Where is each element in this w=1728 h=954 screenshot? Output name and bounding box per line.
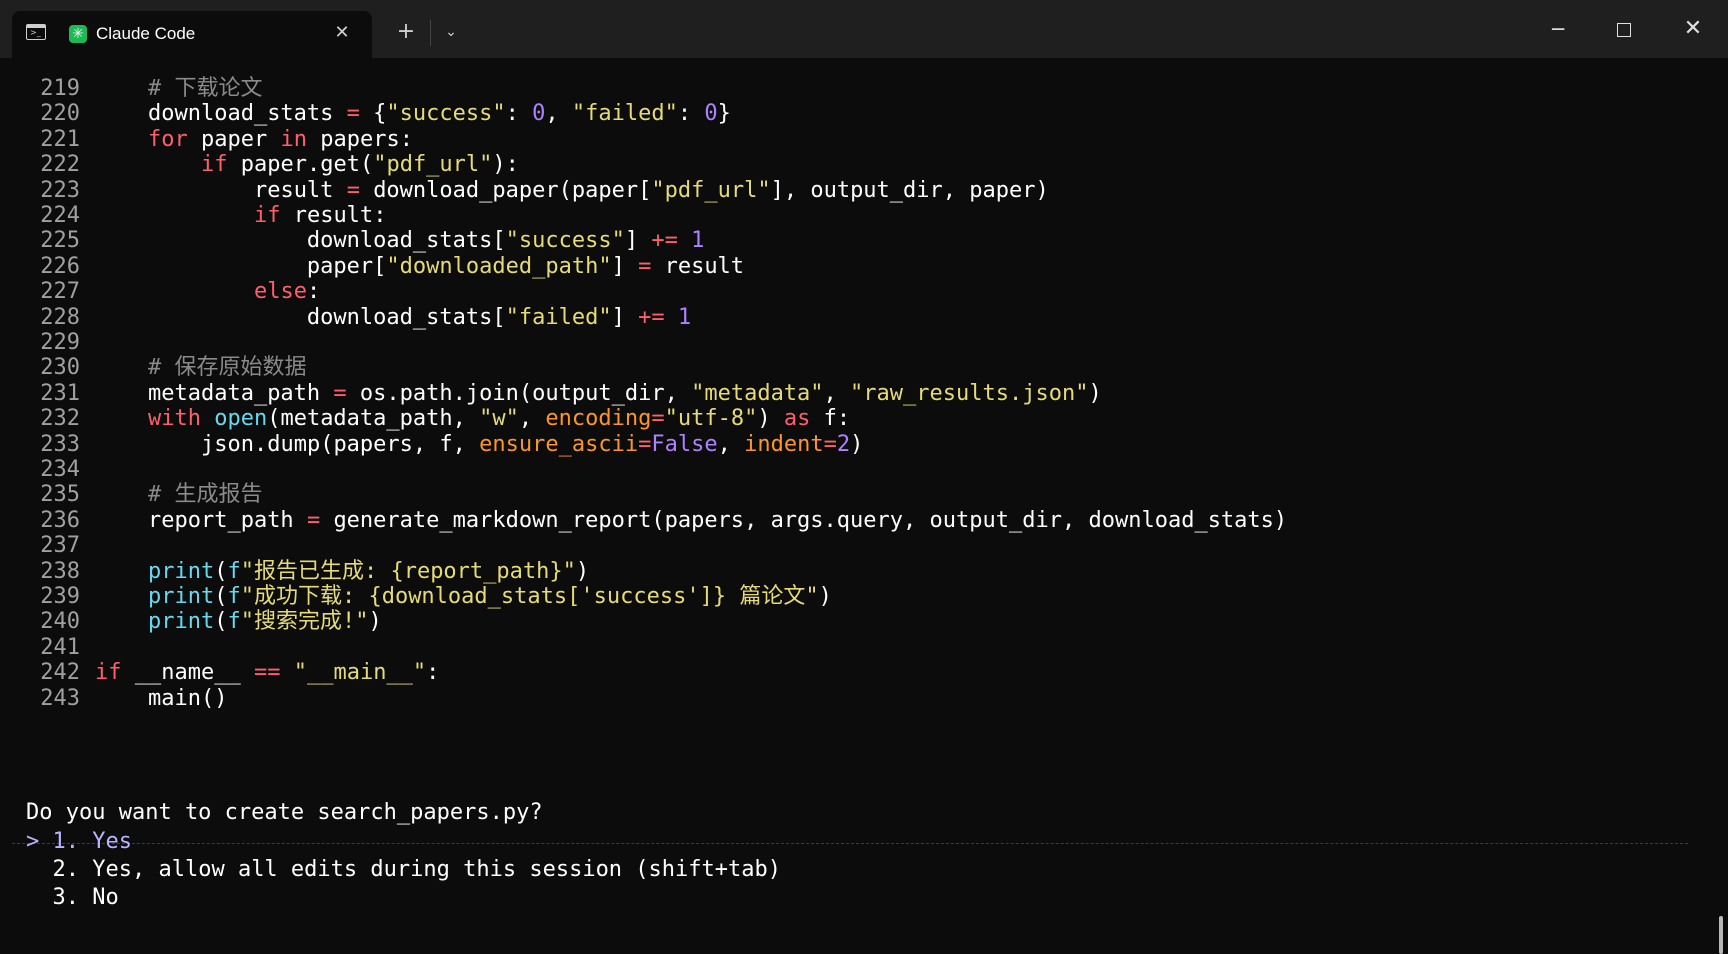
line-code: print(f"成功下载: {download_stats['success']… [147, 584, 832, 609]
option-no[interactable]: 3. No [26, 884, 119, 912]
line-number: 230 [40, 355, 80, 381]
line-number: 243 [40, 685, 80, 711]
line-code: if paper.get("pdf_url"): [200, 152, 519, 178]
line-code: metadata_path = os.path.join(output_dir,… [147, 380, 1102, 406]
option-label: No [92, 885, 119, 910]
line-number: 240 [40, 609, 80, 635]
terminal-pane[interactable]: 219 # 下载论文 220 download_stats = {"success… [0, 58, 1728, 954]
line-code: with open(metadata_path, "w", encoding="… [147, 406, 851, 432]
line-code: # 保存原始数据 [147, 355, 307, 381]
line-number: 224 [40, 203, 80, 228]
line-number: 222 [40, 152, 80, 178]
line-code: main() [147, 685, 228, 711]
line-number: 229 [40, 330, 80, 355]
line-number: 235 [40, 482, 80, 508]
scrollbar[interactable] [1719, 916, 1723, 954]
line-code: paper["downloaded_path"] = result [306, 253, 745, 279]
chevron-down-icon[interactable]: ⌄ [438, 19, 464, 45]
line-number: 234 [40, 457, 80, 482]
line-number: 225 [40, 228, 80, 254]
terminal-icon: >_ [26, 24, 46, 40]
line-code: download_stats = {"success": 0, "failed"… [147, 101, 731, 127]
line-number: 231 [40, 380, 80, 406]
line-number: 228 [40, 304, 80, 330]
line-code: # 下载论文 [147, 76, 263, 101]
minimize-icon[interactable]: ─ [1540, 14, 1576, 44]
option-number: 2. [52, 857, 80, 882]
option-yes[interactable]: > 1. Yes [26, 828, 132, 856]
line-code: json.dump(papers, f, ensure_ascii=False,… [200, 431, 864, 457]
maximize-icon[interactable] [1606, 14, 1642, 44]
line-number: 237 [40, 533, 80, 559]
close-window-icon[interactable]: ✕ [1675, 14, 1711, 44]
plus-icon[interactable]: + [393, 19, 419, 45]
line-code: report_path = generate_markdown_report(p… [147, 507, 1288, 533]
line-number: 219 [40, 76, 80, 101]
cursor-indicator: > [26, 829, 40, 854]
close-icon[interactable]: ✕ [330, 21, 354, 45]
tab-title: Claude Code [96, 24, 196, 43]
line-number: 221 [40, 126, 80, 152]
line-number: 223 [40, 177, 80, 203]
line-code: print(f"搜索完成!") [147, 609, 382, 635]
divider [12, 843, 1688, 844]
line-code: download_stats["success"] += 1 [306, 228, 705, 254]
line-code: download_stats["failed"] += 1 [306, 304, 692, 330]
line-code: if result: [253, 203, 387, 228]
line-number: 226 [40, 253, 80, 279]
line-number: 242 [40, 660, 80, 686]
tab-claude-code[interactable]: >_ ✳ Claude Code ✕ [12, 11, 372, 58]
line-code: if __name__ == "__main__": [95, 660, 440, 686]
claude-app-icon: ✳ [69, 25, 87, 43]
line-code: result = download_paper(paper["pdf_url"]… [253, 177, 1049, 203]
line-code: for paper in papers: [147, 126, 413, 152]
option-yes-allow-all[interactable]: 2. Yes, allow all edits during this sess… [26, 856, 782, 884]
line-number: 220 [40, 101, 80, 127]
option-label: Yes, allow all edits during this session… [92, 857, 781, 882]
option-number: 3. [52, 885, 80, 910]
line-number: 233 [40, 431, 80, 457]
prompt-question: Do you want to create search_papers.py? [26, 800, 543, 825]
tab-separator [430, 20, 431, 46]
line-number: 232 [40, 406, 80, 432]
line-code: else: [253, 279, 321, 305]
line-number: 241 [40, 634, 80, 660]
line-number: 236 [40, 507, 80, 533]
line-number: 239 [40, 584, 80, 609]
line-code: print(f"报告已生成: {report_path}") [147, 558, 590, 584]
option-number: 1. [52, 829, 80, 854]
line-code: # 生成报告 [147, 482, 263, 508]
line-number: 227 [40, 279, 80, 305]
title-bar: >_ ✳ Claude Code ✕ + ⌄ ─ ✕ [0, 0, 1728, 58]
line-number: 238 [40, 558, 80, 584]
option-label: Yes [92, 829, 132, 854]
